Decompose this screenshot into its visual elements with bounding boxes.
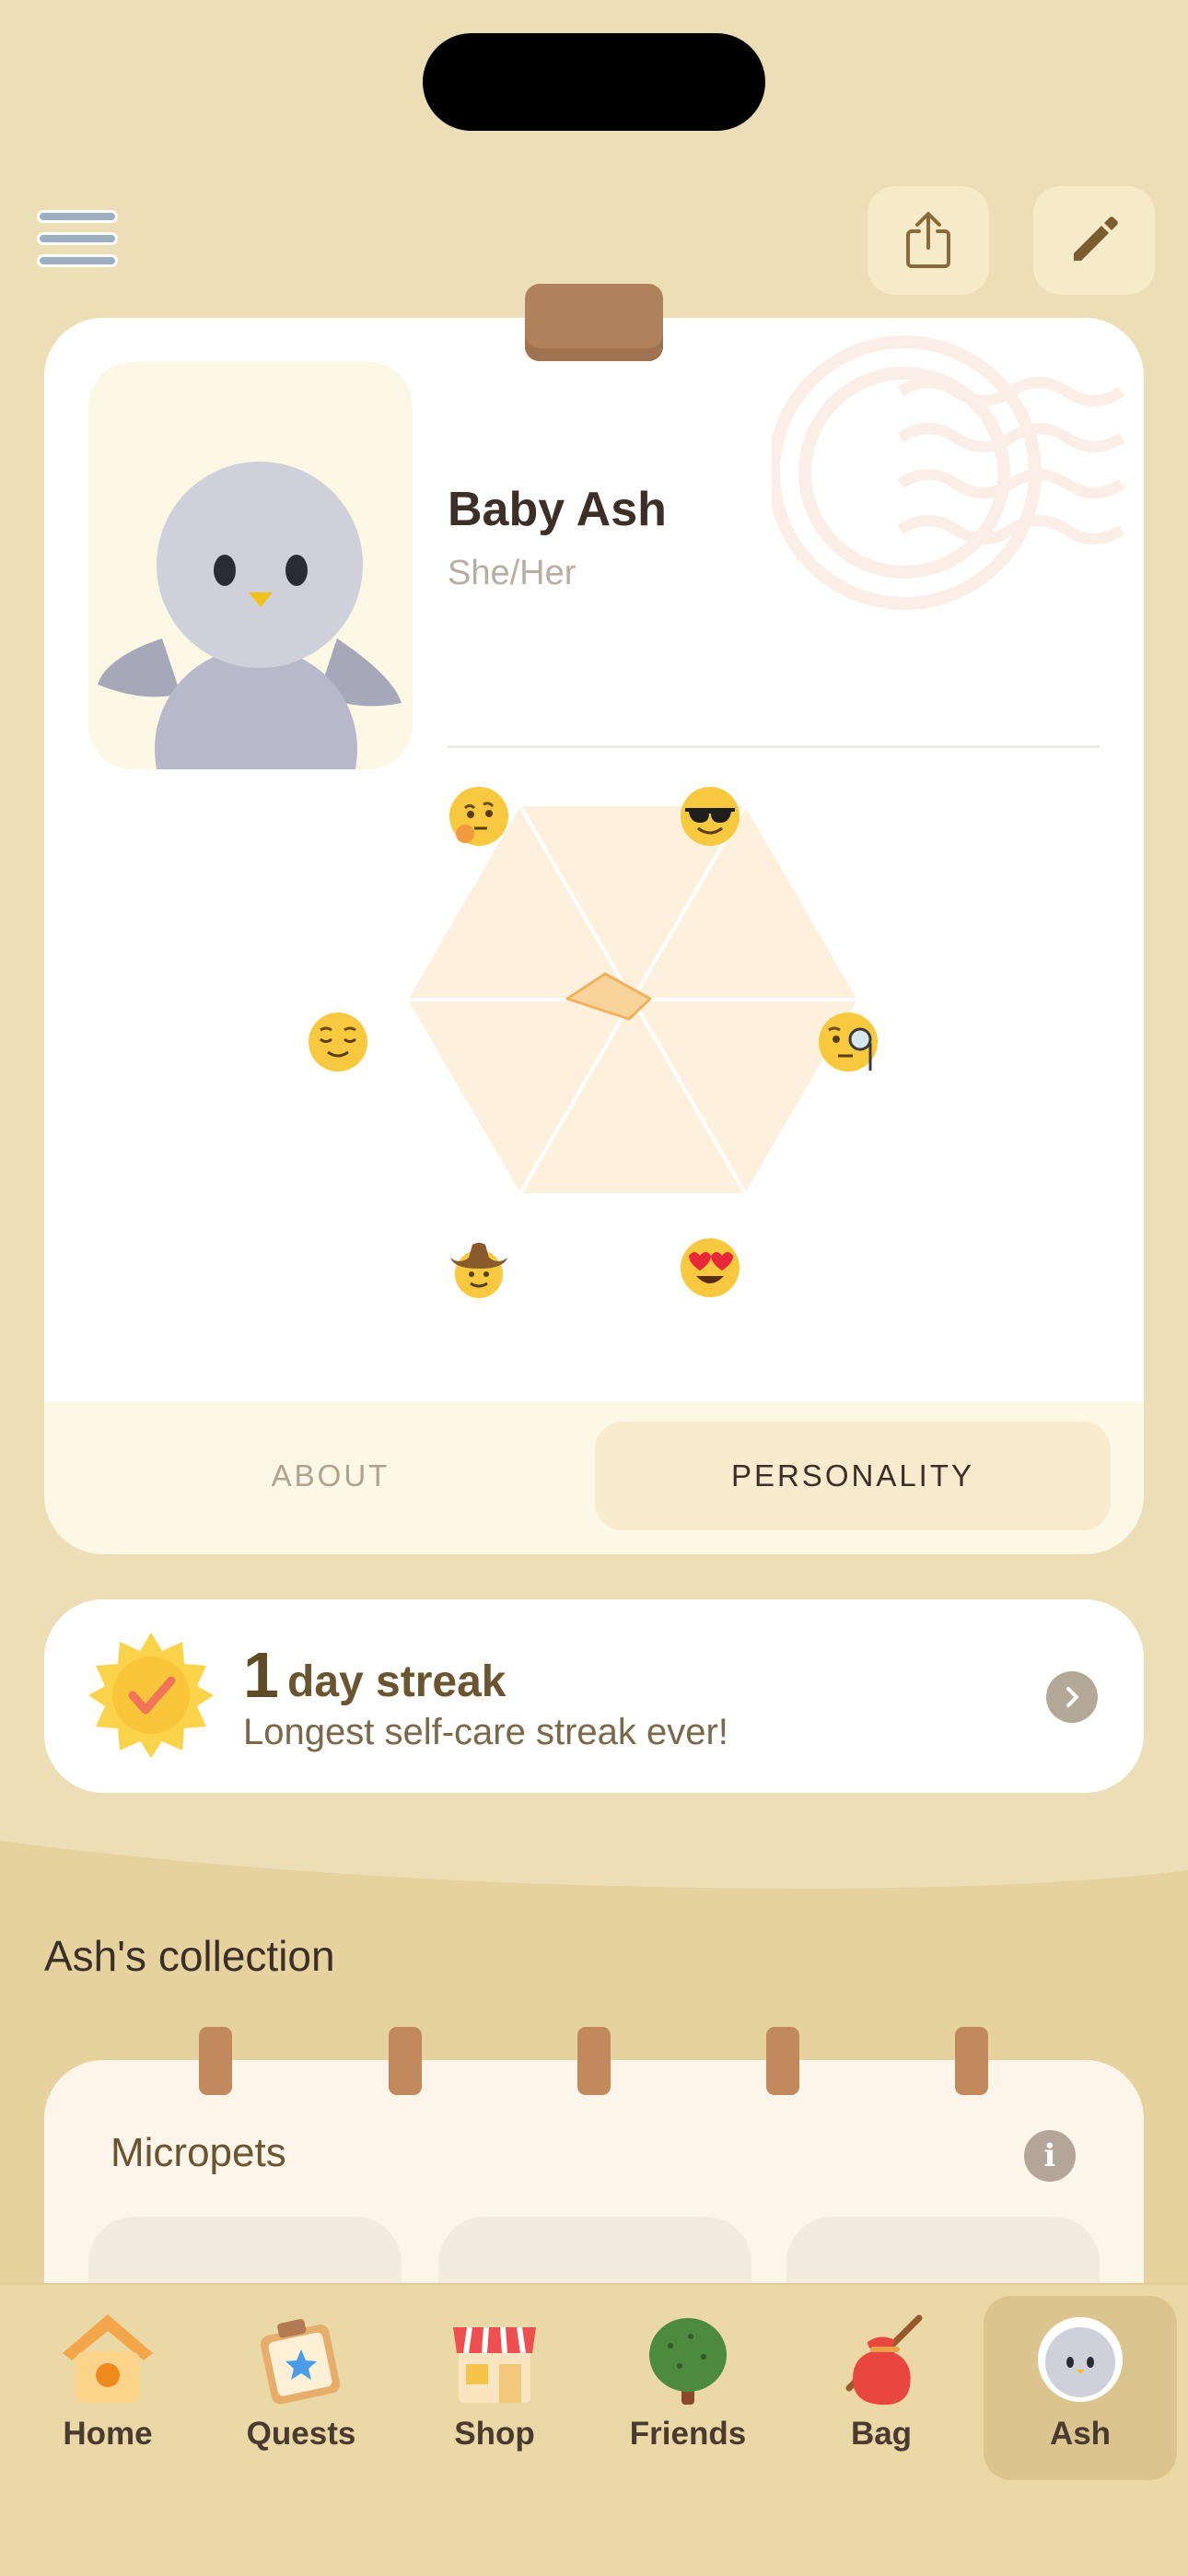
binder-ring (199, 2027, 232, 2095)
binder-ring (955, 2027, 988, 2095)
hamburger-menu-icon[interactable] (37, 210, 118, 269)
pet-pronouns: She/Her (448, 554, 577, 592)
nav-label: Shop (454, 2416, 535, 2452)
binder-ring (389, 2027, 422, 2095)
nav-item-quests[interactable]: Quests (204, 2296, 398, 2480)
nav-label: Quests (246, 2416, 356, 2452)
pencil-icon (1074, 217, 1118, 261)
quest-board-icon (260, 2319, 341, 2405)
nav-label: Home (63, 2416, 153, 2452)
nav-item-bag[interactable]: Bag (785, 2296, 978, 2480)
tab-personality[interactable]: PERSONALITY (595, 1422, 1111, 1530)
heart-eyes-face-emoji-icon (678, 1235, 742, 1300)
thinking-face-emoji-icon (447, 784, 511, 849)
nav-label: Ash (1049, 2416, 1112, 2452)
tree-icon (649, 2318, 727, 2405)
gray-bird-avatar (98, 462, 402, 769)
sun-checkmark-badge-icon (88, 1633, 214, 1758)
edit-button[interactable] (1033, 186, 1155, 295)
card-clip-top (525, 284, 663, 361)
streak-label: day streak (287, 1657, 507, 1706)
streak-count: 1 (243, 1639, 279, 1711)
nav-item-shop[interactable]: Shop (398, 2296, 591, 2480)
avatar (88, 362, 413, 769)
nav-item-ash[interactable]: Ash (984, 2296, 1177, 2480)
nav-label: Friends (629, 2416, 747, 2452)
chevron-right-icon[interactable] (1046, 1671, 1098, 1723)
monocle-face-emoji-icon (816, 1010, 880, 1074)
cowboy-face-emoji-icon (447, 1235, 511, 1300)
streak-card[interactable]: 1 day streak Longest self-care streak ev… (44, 1599, 1144, 1793)
pet-name: Baby Ash (448, 483, 667, 536)
nav-item-friends[interactable]: Friends (591, 2296, 785, 2480)
micropets-label: Micropets (111, 2130, 286, 2175)
binder-ring (577, 2027, 611, 2095)
pet-avatar-icon (1038, 2317, 1123, 2402)
profile-card: Baby Ash She/Her ABOUT PERSONALITY (44, 318, 1144, 1554)
nav-item-home[interactable]: Home (11, 2296, 204, 2480)
relieved-face-emoji-icon (306, 1010, 370, 1074)
nav-label: Bag (850, 2416, 913, 2452)
binder-ring (766, 2027, 799, 2095)
dynamic-island (423, 33, 765, 131)
birdhouse-icon (63, 2314, 153, 2403)
streak-subtitle: Longest self-care streak ever! (243, 1712, 728, 1752)
info-icon[interactable]: i (1024, 2130, 1076, 2182)
bag-icon (845, 2314, 923, 2406)
shop-icon (453, 2326, 536, 2403)
tab-about[interactable]: ABOUT (66, 1422, 595, 1530)
profile-tabs: ABOUT PERSONALITY (44, 1401, 1144, 1554)
postmark-decoration (772, 335, 1125, 610)
sunglasses-face-emoji-icon (678, 784, 742, 849)
divider (448, 745, 1100, 748)
share-button[interactable] (868, 186, 989, 295)
collection-title: Ash's collection (44, 1932, 335, 1980)
share-icon (906, 212, 950, 268)
bottom-nav: Home Quests Shop Friends Bag Ash (0, 2283, 1188, 2576)
